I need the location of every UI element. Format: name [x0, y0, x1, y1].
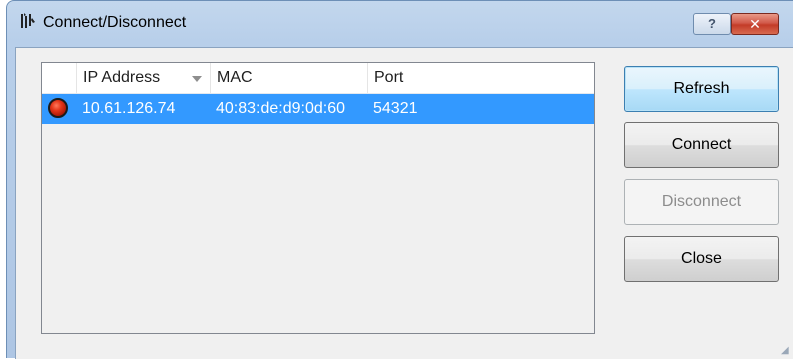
table-row[interactable]: 10.61.126.74 40:83:de:d9:0d:60 54321	[42, 94, 594, 124]
cell-ip-address: 10.61.126.74	[82, 100, 176, 117]
column-header-label: IP Address	[83, 69, 161, 86]
sort-down-icon	[192, 76, 202, 82]
red-status-dot-icon	[48, 98, 68, 118]
close-button[interactable]: Close	[624, 236, 779, 282]
resize-grip-icon[interactable]: ◢	[781, 346, 791, 356]
cell-mac: 40:83:de:d9:0d:60	[216, 100, 346, 117]
column-header-status[interactable]	[42, 63, 77, 93]
window-close-button[interactable]: ✕	[731, 13, 779, 35]
zebra-app-icon	[21, 13, 35, 28]
connect-dialog: Connect/Disconnect ? ✕ IP Address MAC Po…	[6, 0, 793, 359]
device-list[interactable]: IP Address MAC Port 10.61.126.74 40:83:d…	[41, 62, 595, 334]
column-header-port[interactable]: Port	[368, 63, 594, 93]
row-status	[45, 97, 71, 121]
column-header-ip-address[interactable]: IP Address	[77, 63, 211, 93]
disconnect-button: Disconnect	[624, 179, 779, 225]
title-bar[interactable]: Connect/Disconnect ? ✕	[7, 1, 793, 37]
connect-button[interactable]: Connect	[624, 122, 779, 168]
cell-port: 54321	[373, 100, 418, 117]
refresh-button[interactable]: Refresh	[624, 66, 779, 112]
close-icon: ✕	[749, 16, 761, 32]
column-header-mac[interactable]: MAC	[211, 63, 368, 93]
dialog-body: IP Address MAC Port 10.61.126.74 40:83:d…	[15, 47, 793, 359]
help-button[interactable]: ?	[693, 13, 731, 35]
window-title: Connect/Disconnect	[43, 14, 187, 31]
list-header: IP Address MAC Port	[42, 63, 594, 94]
question-icon: ?	[708, 16, 716, 31]
